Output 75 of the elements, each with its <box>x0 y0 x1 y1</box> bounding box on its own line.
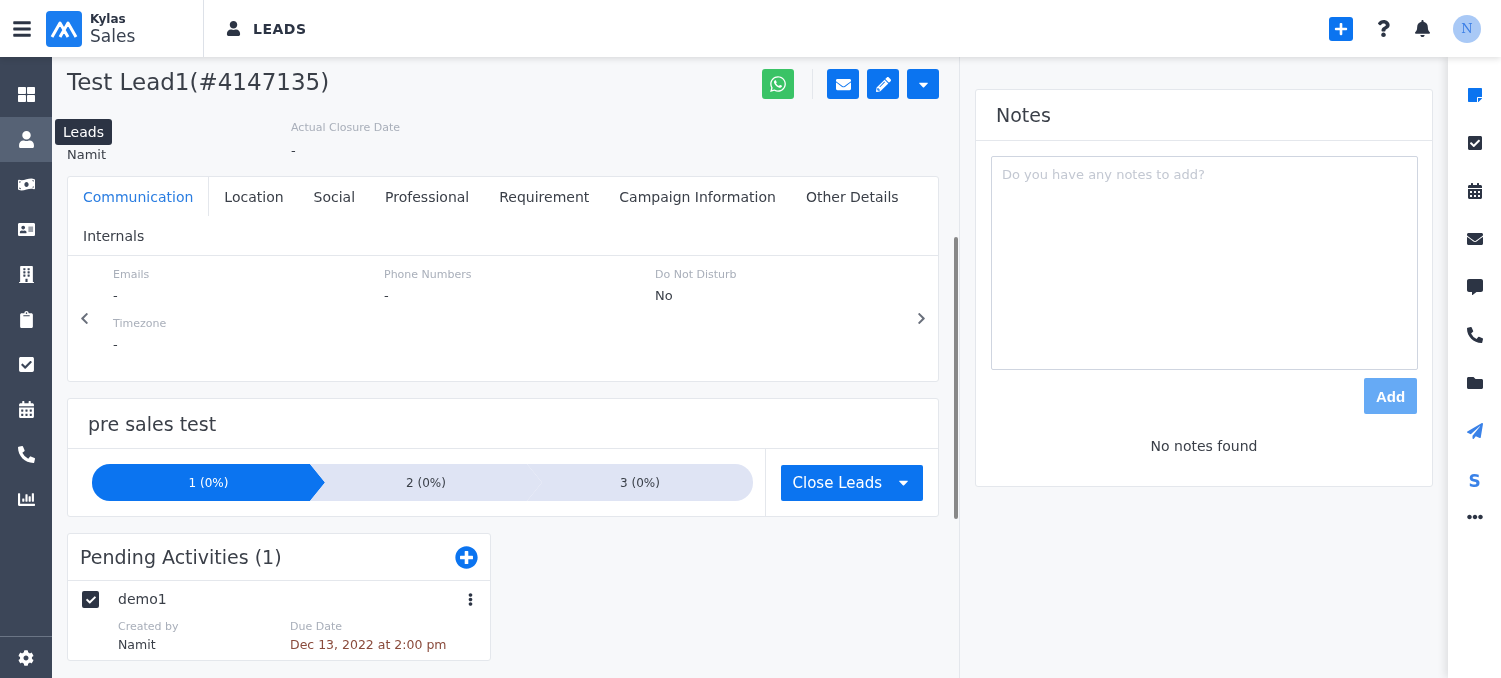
pipeline-name: pre sales test <box>68 399 938 449</box>
envelope-icon <box>835 76 851 92</box>
add-button[interactable] <box>1329 16 1353 41</box>
checkbox-icon[interactable] <box>1466 135 1483 151</box>
field-value: - <box>113 337 119 352</box>
field-label: Do Not Disturb <box>655 268 738 282</box>
email-button[interactable] <box>827 69 859 99</box>
activity-checkbox[interactable] <box>82 591 99 608</box>
product-name: Sales <box>90 25 136 46</box>
pencil-icon <box>875 76 891 92</box>
tab[interactable]: Professional <box>370 177 485 216</box>
logo-icon <box>46 10 82 47</box>
due-date: Dec 13, 2022 at 2:00 pm <box>290 637 448 652</box>
tab[interactable]: Location <box>209 177 299 216</box>
help-icon[interactable] <box>1375 20 1392 37</box>
menu-icon[interactable] <box>12 18 32 39</box>
calendar-icon <box>17 401 35 418</box>
owner-value: Namit <box>67 147 108 162</box>
tab[interactable]: Requirement <box>484 177 605 216</box>
tab[interactable]: Social <box>298 177 371 216</box>
field-value: - <box>384 288 390 303</box>
pipeline-stage[interactable]: 3 (0%) <box>527 464 753 501</box>
activities-title: Pending Activities (1) <box>80 546 282 568</box>
check-icon <box>85 594 96 605</box>
email-icon[interactable] <box>1466 231 1483 247</box>
plus-icon <box>1334 21 1348 36</box>
field-label: Actual Closure Date <box>291 121 401 135</box>
field-value: - <box>113 288 119 303</box>
tab[interactable]: Campaign Information <box>604 177 791 216</box>
more-dropdown-button[interactable] <box>907 69 939 99</box>
clipboard-icon <box>17 311 35 328</box>
chat-icon[interactable] <box>1466 279 1483 295</box>
phone-icon[interactable] <box>1466 327 1483 343</box>
activity-name: demo1 <box>118 591 168 608</box>
tab[interactable]: Other Details <box>790 177 914 216</box>
settings-icon[interactable] <box>18 649 34 666</box>
close-leads-button[interactable]: Close Leads <box>780 464 923 501</box>
brand-name: Kylas <box>90 11 127 26</box>
folder-icon[interactable] <box>1466 375 1483 391</box>
chart-icon <box>17 491 35 508</box>
pipeline-stage[interactable]: 2 (0%) <box>310 464 542 501</box>
lead-title: Test Lead1(#4147135) <box>67 69 331 95</box>
field-label: Emails <box>113 268 151 282</box>
dashboard-icon <box>17 86 35 103</box>
field-label: Phone Numbers <box>384 268 473 282</box>
money-icon <box>17 176 35 193</box>
tab[interactable]: Communication <box>68 177 210 216</box>
field-label: Due Date <box>290 620 343 633</box>
field-value: - <box>291 143 297 158</box>
field-value: No <box>655 288 674 303</box>
calendar-icon[interactable] <box>1466 183 1483 199</box>
edit-button[interactable] <box>867 69 899 99</box>
building-icon <box>17 266 35 283</box>
field-value: Namit <box>118 637 157 652</box>
notes-input-field[interactable]: Do you have any notes to add? <box>991 156 1418 370</box>
pipeline-stage[interactable]: 1 (0%) <box>92 464 325 501</box>
tooltip: Leads <box>55 119 112 145</box>
sidebar-item[interactable] <box>0 117 52 162</box>
tab[interactable]: Internals <box>68 216 160 255</box>
note-icon[interactable] <box>1466 87 1483 103</box>
paper-plane-icon[interactable] <box>1466 423 1483 439</box>
user-icon <box>226 21 241 36</box>
phone-icon <box>17 446 35 463</box>
contact-card-icon <box>17 221 35 238</box>
checkbox-icon <box>17 356 35 373</box>
field-label: Timezone <box>113 317 168 331</box>
add-activity-button[interactable] <box>455 545 478 569</box>
chat-bubble-icon <box>769 75 787 93</box>
page-title: LEADS <box>253 20 307 37</box>
user-icon <box>17 131 35 148</box>
empty-notes-message: No notes found <box>1149 438 1259 454</box>
field-label: Created by <box>118 620 180 633</box>
app-letter[interactable]: S <box>1468 471 1481 491</box>
notification-bell-icon[interactable] <box>1414 20 1431 37</box>
notes-title: Notes <box>976 90 1432 141</box>
